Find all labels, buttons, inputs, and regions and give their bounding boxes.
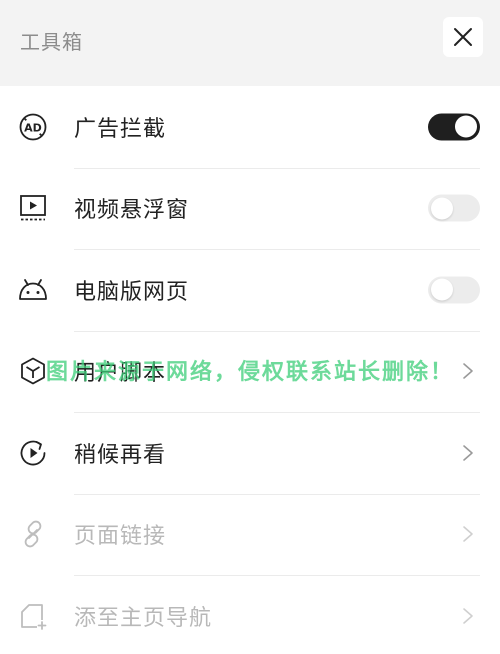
toolbox-title: 工具箱 [20, 30, 83, 54]
toggle-knob [455, 115, 477, 138]
android-icon [17, 274, 49, 306]
svg-text:AD: AD [24, 121, 42, 134]
ad-block-label: 广告拦截 [74, 116, 167, 142]
toggle-knob [431, 278, 453, 301]
user-script-label: 用户脚本 [74, 361, 167, 387]
menu-item-desktop-site[interactable]: 电脑版网页 [0, 249, 500, 331]
chevron-right-icon[interactable] [461, 361, 475, 381]
menu-item-page-link[interactable]: 页面链接 [0, 493, 500, 576]
toolbox-menu: AD 广告拦截 视频悬浮窗 电脑版网页 用户脚本 稍候再看 页面链接 添至主页导… [0, 86, 500, 654]
desktop-site-toggle[interactable] [428, 276, 480, 304]
menu-item-ad-block[interactable]: AD 广告拦截 [0, 86, 500, 168]
add-to-home-label: 添至主页导航 [74, 605, 213, 631]
video-float-icon [17, 192, 49, 224]
chevron-right-icon[interactable] [461, 524, 475, 544]
watch-later-label: 稍候再看 [74, 442, 167, 468]
menu-item-video-float[interactable]: 视频悬浮窗 [0, 167, 500, 250]
video-float-label: 视频悬浮窗 [74, 198, 190, 224]
page-link-label: 页面链接 [74, 524, 167, 550]
ad-block-toggle[interactable] [428, 113, 480, 141]
link-icon [17, 518, 49, 550]
add-home-icon [17, 600, 49, 632]
toggle-knob [431, 197, 453, 220]
chevron-right-icon[interactable] [461, 443, 475, 463]
menu-item-watch-later[interactable]: 稍候再看 [0, 412, 500, 494]
watch-later-icon [17, 437, 49, 469]
menu-item-user-script[interactable]: 用户脚本 [0, 330, 500, 413]
ad-block-icon: AD [17, 111, 49, 143]
menu-item-add-to-home[interactable]: 添至主页导航 [0, 575, 500, 654]
cube-icon [17, 355, 49, 387]
chevron-right-icon[interactable] [461, 606, 475, 626]
desktop-site-label: 电脑版网页 [74, 279, 190, 305]
close-button[interactable] [443, 17, 483, 57]
video-float-toggle[interactable] [428, 194, 480, 222]
close-icon [454, 28, 472, 46]
toolbox-header: 工具箱 [0, 0, 500, 86]
